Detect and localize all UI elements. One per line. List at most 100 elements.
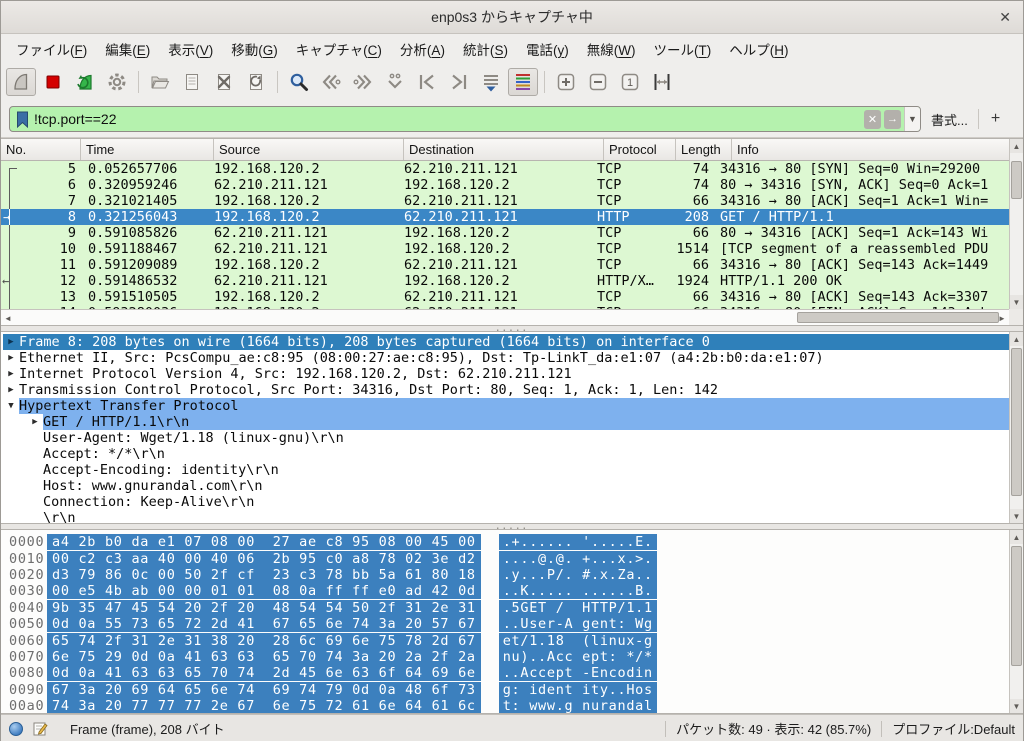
title-bar[interactable]: enp0s3 からキャプチャ中 ✕ bbox=[1, 1, 1023, 34]
close-icon[interactable]: ✕ bbox=[999, 9, 1011, 25]
add-filter-button[interactable]: + bbox=[979, 110, 1012, 128]
scroll-up-icon[interactable] bbox=[1010, 530, 1023, 544]
collapsed-arrow-icon[interactable]: ▶ bbox=[3, 350, 19, 366]
packet-row-13[interactable]: 130.591510505192.168.120.262.210.211.121… bbox=[1, 289, 1009, 305]
column-header-no[interactable]: No. bbox=[1, 139, 81, 160]
file-save-button[interactable] bbox=[177, 68, 207, 96]
packet-row-11[interactable]: 110.591209089192.168.120.262.210.211.121… bbox=[1, 257, 1009, 273]
packet-row-6[interactable]: 60.32095924662.210.211.121192.168.120.2T… bbox=[1, 177, 1009, 193]
hex-row-0050[interactable]: 00500d 0a 55 73 65 72 2d 41 67 65 6e 74 … bbox=[1, 616, 1023, 632]
go-forward-button[interactable] bbox=[348, 68, 378, 96]
go-to-packet-button[interactable] bbox=[380, 68, 410, 96]
collapsed-arrow-icon[interactable]: ▶ bbox=[3, 366, 19, 382]
go-first-button[interactable] bbox=[412, 68, 442, 96]
hex-row-0060[interactable]: 006065 74 2f 31 2e 31 38 20 28 6c 69 6e … bbox=[1, 632, 1023, 648]
menu-item-t[interactable]: ツール(T) bbox=[644, 35, 720, 63]
detail-row-10[interactable]: Connection: Keep-Alive\r\n bbox=[3, 494, 1009, 510]
packet-row-5[interactable]: 50.052657706192.168.120.262.210.211.121T… bbox=[1, 161, 1009, 177]
colorize-button[interactable] bbox=[508, 68, 538, 96]
collapsed-arrow-icon[interactable]: ▶ bbox=[3, 334, 19, 350]
capture-start-button[interactable] bbox=[6, 68, 36, 96]
scroll-down-icon[interactable] bbox=[1010, 295, 1023, 309]
apply-filter-icon[interactable]: → bbox=[884, 110, 901, 129]
column-header-length[interactable]: Length bbox=[676, 139, 732, 160]
packet-row-10[interactable]: 100.59118846762.210.211.121192.168.120.2… bbox=[1, 241, 1009, 257]
hex-row-0030[interactable]: 003000 e5 4b ab 00 00 01 01 08 0a ff ff … bbox=[1, 583, 1023, 599]
menu-item-w[interactable]: 無線(W) bbox=[578, 35, 645, 63]
vscrollbar-thumb[interactable] bbox=[1011, 348, 1022, 496]
capture-stop-button[interactable] bbox=[38, 68, 68, 96]
hex-row-0080[interactable]: 00800d 0a 41 63 63 65 70 74 2d 45 6e 63 … bbox=[1, 665, 1023, 681]
packet-row-12[interactable]: 120.59148653262.210.211.121192.168.120.2… bbox=[1, 273, 1009, 289]
hex-row-0000[interactable]: 0000a4 2b b0 da e1 07 08 00 27 ae c8 95 … bbox=[1, 534, 1023, 550]
collapsed-arrow-icon[interactable]: ▶ bbox=[3, 382, 19, 398]
scroll-down-icon[interactable] bbox=[1010, 699, 1023, 713]
clear-filter-icon[interactable]: ✕ bbox=[864, 110, 881, 129]
detail-row-9[interactable]: Host: www.gnurandal.com\r\n bbox=[3, 478, 1009, 494]
hex-row-0090[interactable]: 009067 3a 20 69 64 65 6e 74 69 74 79 0d … bbox=[1, 682, 1023, 698]
menu-item-s[interactable]: 統計(S) bbox=[454, 35, 517, 63]
packet-row-9[interactable]: 90.59108582662.210.211.121192.168.120.2T… bbox=[1, 225, 1009, 241]
column-header-destination[interactable]: Destination bbox=[404, 139, 604, 160]
menu-item-h[interactable]: ヘルプ(H) bbox=[720, 35, 797, 63]
display-filter-input[interactable] bbox=[34, 108, 864, 130]
filter-history-dropdown-icon[interactable]: ▼ bbox=[904, 107, 920, 131]
detail-row-4[interactable]: ▼Hypertext Transfer Protocol bbox=[3, 398, 1009, 414]
filter-expression-button[interactable]: 書式... bbox=[921, 110, 978, 129]
column-header-protocol[interactable]: Protocol bbox=[604, 139, 676, 160]
scroll-up-icon[interactable] bbox=[1010, 139, 1023, 153]
detail-row-6[interactable]: User-Agent: Wget/1.18 (linux-gnu)\r\n bbox=[3, 430, 1009, 446]
detail-row-7[interactable]: Accept: */*\r\n bbox=[3, 446, 1009, 462]
status-profile[interactable]: プロファイル:Default bbox=[892, 719, 1015, 738]
find-packet-button[interactable] bbox=[284, 68, 314, 96]
hex-row-0020[interactable]: 0020d3 79 86 0c 00 50 2f cf 23 c3 78 bb … bbox=[1, 567, 1023, 583]
zoom-out-button[interactable] bbox=[583, 68, 613, 96]
detail-row-8[interactable]: Accept-Encoding: identity\r\n bbox=[3, 462, 1009, 478]
file-open-button[interactable] bbox=[145, 68, 175, 96]
menu-item-e[interactable]: 編集(E) bbox=[96, 35, 159, 63]
display-filter-field[interactable]: ✕ → ▼ bbox=[9, 106, 921, 132]
column-header-info[interactable]: Info bbox=[732, 139, 1009, 160]
zoom-original-button[interactable]: 1 bbox=[615, 68, 645, 96]
scroll-down-icon[interactable] bbox=[1010, 509, 1023, 523]
detail-row-5[interactable]: ▶GET / HTTP/1.1\r\n bbox=[3, 414, 1009, 430]
menu-item-f[interactable]: ファイル(F) bbox=[7, 35, 96, 63]
menu-item-g[interactable]: 移動(G) bbox=[222, 35, 287, 63]
go-last-button[interactable] bbox=[444, 68, 474, 96]
menu-item-y[interactable]: 電話(y) bbox=[517, 35, 578, 63]
expanded-arrow-icon[interactable]: ▼ bbox=[3, 398, 19, 414]
detail-row-1[interactable]: ▶Ethernet II, Src: PcsCompu_ae:c8:95 (08… bbox=[3, 350, 1009, 366]
hex-row-00a0[interactable]: 00a074 3a 20 77 77 77 2e 67 6e 75 72 61 … bbox=[1, 698, 1023, 714]
vscrollbar-thumb[interactable] bbox=[1011, 546, 1022, 666]
menu-item-v[interactable]: 表示(V) bbox=[159, 35, 222, 63]
packet-list-vscrollbar[interactable] bbox=[1009, 139, 1023, 309]
file-reload-button[interactable] bbox=[241, 68, 271, 96]
scroll-left-icon[interactable] bbox=[1, 311, 15, 325]
column-header-time[interactable]: Time bbox=[81, 139, 214, 160]
detail-row-3[interactable]: ▶Transmission Control Protocol, Src Port… bbox=[3, 382, 1009, 398]
column-header-source[interactable]: Source bbox=[214, 139, 404, 160]
zoom-in-button[interactable] bbox=[551, 68, 581, 96]
scroll-up-icon[interactable] bbox=[1010, 332, 1023, 346]
hex-row-0010[interactable]: 001000 c2 c3 aa 40 00 40 06 2b 95 c0 a8 … bbox=[1, 550, 1023, 566]
menu-item-a[interactable]: 分析(A) bbox=[391, 35, 454, 63]
bytes-vscrollbar[interactable] bbox=[1009, 530, 1023, 713]
capture-restart-button[interactable] bbox=[70, 68, 100, 96]
hex-row-0040[interactable]: 00409b 35 47 45 54 20 2f 20 48 54 54 50 … bbox=[1, 600, 1023, 616]
menu-item-c[interactable]: キャプチャ(C) bbox=[287, 35, 391, 63]
go-back-button[interactable] bbox=[316, 68, 346, 96]
packet-row-7[interactable]: 70.321021405192.168.120.262.210.211.121T… bbox=[1, 193, 1009, 209]
capture-options-button[interactable] bbox=[102, 68, 132, 96]
detail-row-0[interactable]: ▶Frame 8: 208 bytes on wire (1664 bits),… bbox=[3, 334, 1009, 350]
bookmark-icon[interactable] bbox=[10, 111, 34, 128]
vscrollbar-thumb[interactable] bbox=[1011, 161, 1022, 199]
hex-row-0070[interactable]: 00706e 75 29 0d 0a 41 63 63 65 70 74 3a … bbox=[1, 649, 1023, 665]
expert-info-icon[interactable] bbox=[9, 722, 23, 736]
hscrollbar-thumb[interactable] bbox=[797, 312, 999, 323]
file-close-button[interactable] bbox=[209, 68, 239, 96]
details-vscrollbar[interactable] bbox=[1009, 332, 1023, 523]
capture-comment-icon[interactable] bbox=[33, 721, 48, 736]
packet-row-8[interactable]: 80.321256043192.168.120.262.210.211.121H… bbox=[1, 209, 1009, 225]
collapsed-arrow-icon[interactable]: ▶ bbox=[27, 414, 43, 430]
resize-columns-button[interactable] bbox=[647, 68, 677, 96]
